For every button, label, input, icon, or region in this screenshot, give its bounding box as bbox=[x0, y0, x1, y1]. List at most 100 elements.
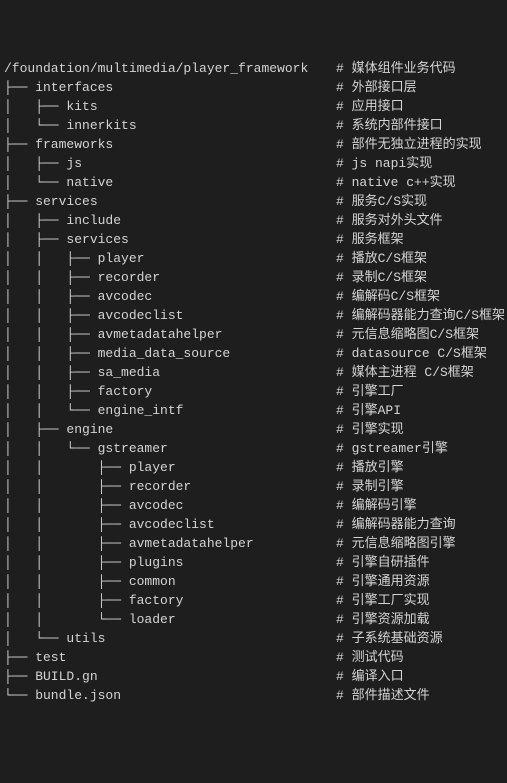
tree-path: │ │ ├── factory bbox=[4, 382, 336, 401]
tree-row: │ └── innerkits# 系统内部件接口 bbox=[4, 116, 503, 135]
tree-row: │ │ └── loader# 引擎资源加载 bbox=[4, 610, 503, 629]
tree-row: │ │ └── engine_intf# 引擎API bbox=[4, 401, 503, 420]
tree-comment: # gstreamer引擎 bbox=[336, 439, 448, 458]
tree-path: ├── BUILD.gn bbox=[4, 667, 336, 686]
tree-comment: # 引擎实现 bbox=[336, 420, 404, 439]
tree-row: ├── BUILD.gn# 编译入口 bbox=[4, 667, 503, 686]
tree-comment: # 编译入口 bbox=[336, 667, 404, 686]
tree-row: │ │ ├── player# 播放引擎 bbox=[4, 458, 503, 477]
tree-path: │ ├── services bbox=[4, 230, 336, 249]
tree-path: ├── frameworks bbox=[4, 135, 336, 154]
tree-row: │ ├── kits# 应用接口 bbox=[4, 97, 503, 116]
tree-comment: # 元信息缩略图C/S框架 bbox=[336, 325, 479, 344]
tree-comment: # 部件无独立进程的实现 bbox=[336, 135, 482, 154]
tree-comment: # js napi实现 bbox=[336, 154, 432, 173]
tree-path: │ │ ├── plugins bbox=[4, 553, 336, 572]
tree-path: │ ├── js bbox=[4, 154, 336, 173]
tree-path: │ │ └── gstreamer bbox=[4, 439, 336, 458]
tree-path: ├── test bbox=[4, 648, 336, 667]
tree-path: │ │ ├── common bbox=[4, 572, 336, 591]
tree-comment: # 服务框架 bbox=[336, 230, 404, 249]
tree-row: ├── interfaces# 外部接口层 bbox=[4, 78, 503, 97]
tree-path: │ │ ├── avcodec bbox=[4, 496, 336, 515]
tree-comment: # 编解码引擎 bbox=[336, 496, 417, 515]
tree-row: /foundation/multimedia/player_framework#… bbox=[4, 59, 503, 78]
tree-row: ├── test# 测试代码 bbox=[4, 648, 503, 667]
tree-comment: # 系统内部件接口 bbox=[336, 116, 443, 135]
tree-row: ├── services# 服务C/S实现 bbox=[4, 192, 503, 211]
tree-row: │ │ ├── avmetadatahelper# 元信息缩略图引擎 bbox=[4, 534, 503, 553]
tree-comment: # 编解码C/S框架 bbox=[336, 287, 440, 306]
tree-row: │ │ ├── common# 引擎通用资源 bbox=[4, 572, 503, 591]
tree-row: │ │ └── gstreamer# gstreamer引擎 bbox=[4, 439, 503, 458]
tree-comment: # 子系统基础资源 bbox=[336, 629, 443, 648]
tree-row: └── bundle.json# 部件描述文件 bbox=[4, 686, 503, 705]
tree-path: ├── services bbox=[4, 192, 336, 211]
tree-row: │ │ ├── avcodeclist# 编解码器能力查询 bbox=[4, 515, 503, 534]
tree-row: │ │ ├── recorder# 录制引擎 bbox=[4, 477, 503, 496]
tree-comment: # 引擎资源加载 bbox=[336, 610, 430, 629]
tree-path: │ ├── engine bbox=[4, 420, 336, 439]
tree-row: │ │ ├── avcodeclist# 编解码器能力查询C/S框架 bbox=[4, 306, 503, 325]
tree-path: │ │ ├── player bbox=[4, 458, 336, 477]
tree-row: │ └── native# native c++实现 bbox=[4, 173, 503, 192]
tree-path: │ │ ├── avmetadatahelper bbox=[4, 325, 336, 344]
tree-row: │ │ ├── sa_media# 媒体主进程 C/S框架 bbox=[4, 363, 503, 382]
tree-comment: # 部件描述文件 bbox=[336, 686, 430, 705]
tree-row: │ │ ├── recorder# 录制C/S框架 bbox=[4, 268, 503, 287]
tree-row: │ ├── js# js napi实现 bbox=[4, 154, 503, 173]
tree-path: │ └── native bbox=[4, 173, 336, 192]
tree-comment: # 引擎工厂实现 bbox=[336, 591, 430, 610]
tree-row: │ │ ├── avmetadatahelper# 元信息缩略图C/S框架 bbox=[4, 325, 503, 344]
tree-row: │ └── utils# 子系统基础资源 bbox=[4, 629, 503, 648]
tree-comment: # 播放引擎 bbox=[336, 458, 404, 477]
tree-path: ├── interfaces bbox=[4, 78, 336, 97]
directory-tree: /foundation/multimedia/player_framework#… bbox=[4, 59, 503, 705]
tree-comment: # 媒体组件业务代码 bbox=[336, 59, 456, 78]
tree-row: │ ├── services# 服务框架 bbox=[4, 230, 503, 249]
tree-comment: # 应用接口 bbox=[336, 97, 404, 116]
tree-comment: # 引擎自研插件 bbox=[336, 553, 430, 572]
tree-row: │ ├── engine# 引擎实现 bbox=[4, 420, 503, 439]
tree-comment: # 引擎工厂 bbox=[336, 382, 404, 401]
tree-path: │ │ ├── sa_media bbox=[4, 363, 336, 382]
tree-row: │ │ ├── avcodec# 编解码C/S框架 bbox=[4, 287, 503, 306]
tree-path: │ │ └── engine_intf bbox=[4, 401, 336, 420]
tree-comment: # 元信息缩略图引擎 bbox=[336, 534, 456, 553]
tree-comment: # 服务C/S实现 bbox=[336, 192, 427, 211]
tree-row: │ │ ├── media_data_source# datasource C/… bbox=[4, 344, 503, 363]
tree-row: │ │ ├── factory# 引擎工厂 bbox=[4, 382, 503, 401]
tree-path: /foundation/multimedia/player_framework bbox=[4, 59, 336, 78]
tree-path: │ │ ├── recorder bbox=[4, 268, 336, 287]
tree-path: │ │ └── loader bbox=[4, 610, 336, 629]
tree-comment: # 引擎通用资源 bbox=[336, 572, 430, 591]
tree-row: │ ├── include# 服务对外头文件 bbox=[4, 211, 503, 230]
tree-path: │ │ ├── avmetadatahelper bbox=[4, 534, 336, 553]
tree-row: │ │ ├── factory# 引擎工厂实现 bbox=[4, 591, 503, 610]
tree-comment: # 录制引擎 bbox=[336, 477, 404, 496]
tree-comment: # 引擎API bbox=[336, 401, 401, 420]
tree-path: │ └── innerkits bbox=[4, 116, 336, 135]
tree-path: │ │ ├── media_data_source bbox=[4, 344, 336, 363]
tree-comment: # 编解码器能力查询 bbox=[336, 515, 456, 534]
tree-row: │ │ ├── player# 播放C/S框架 bbox=[4, 249, 503, 268]
tree-comment: # 媒体主进程 C/S框架 bbox=[336, 363, 474, 382]
tree-comment: # datasource C/S框架 bbox=[336, 344, 487, 363]
tree-path: │ │ ├── avcodeclist bbox=[4, 515, 336, 534]
tree-path: │ │ ├── factory bbox=[4, 591, 336, 610]
tree-comment: # 服务对外头文件 bbox=[336, 211, 443, 230]
tree-path: │ ├── include bbox=[4, 211, 336, 230]
tree-path: └── bundle.json bbox=[4, 686, 336, 705]
tree-path: │ │ ├── player bbox=[4, 249, 336, 268]
tree-row: ├── frameworks# 部件无独立进程的实现 bbox=[4, 135, 503, 154]
tree-row: │ │ ├── plugins# 引擎自研插件 bbox=[4, 553, 503, 572]
tree-comment: # 外部接口层 bbox=[336, 78, 417, 97]
tree-path: │ ├── kits bbox=[4, 97, 336, 116]
tree-path: │ │ ├── recorder bbox=[4, 477, 336, 496]
tree-comment: # 编解码器能力查询C/S框架 bbox=[336, 306, 505, 325]
tree-path: │ │ ├── avcodeclist bbox=[4, 306, 336, 325]
tree-row: │ │ ├── avcodec# 编解码引擎 bbox=[4, 496, 503, 515]
tree-path: │ │ ├── avcodec bbox=[4, 287, 336, 306]
tree-comment: # 播放C/S框架 bbox=[336, 249, 427, 268]
tree-comment: # native c++实现 bbox=[336, 173, 456, 192]
